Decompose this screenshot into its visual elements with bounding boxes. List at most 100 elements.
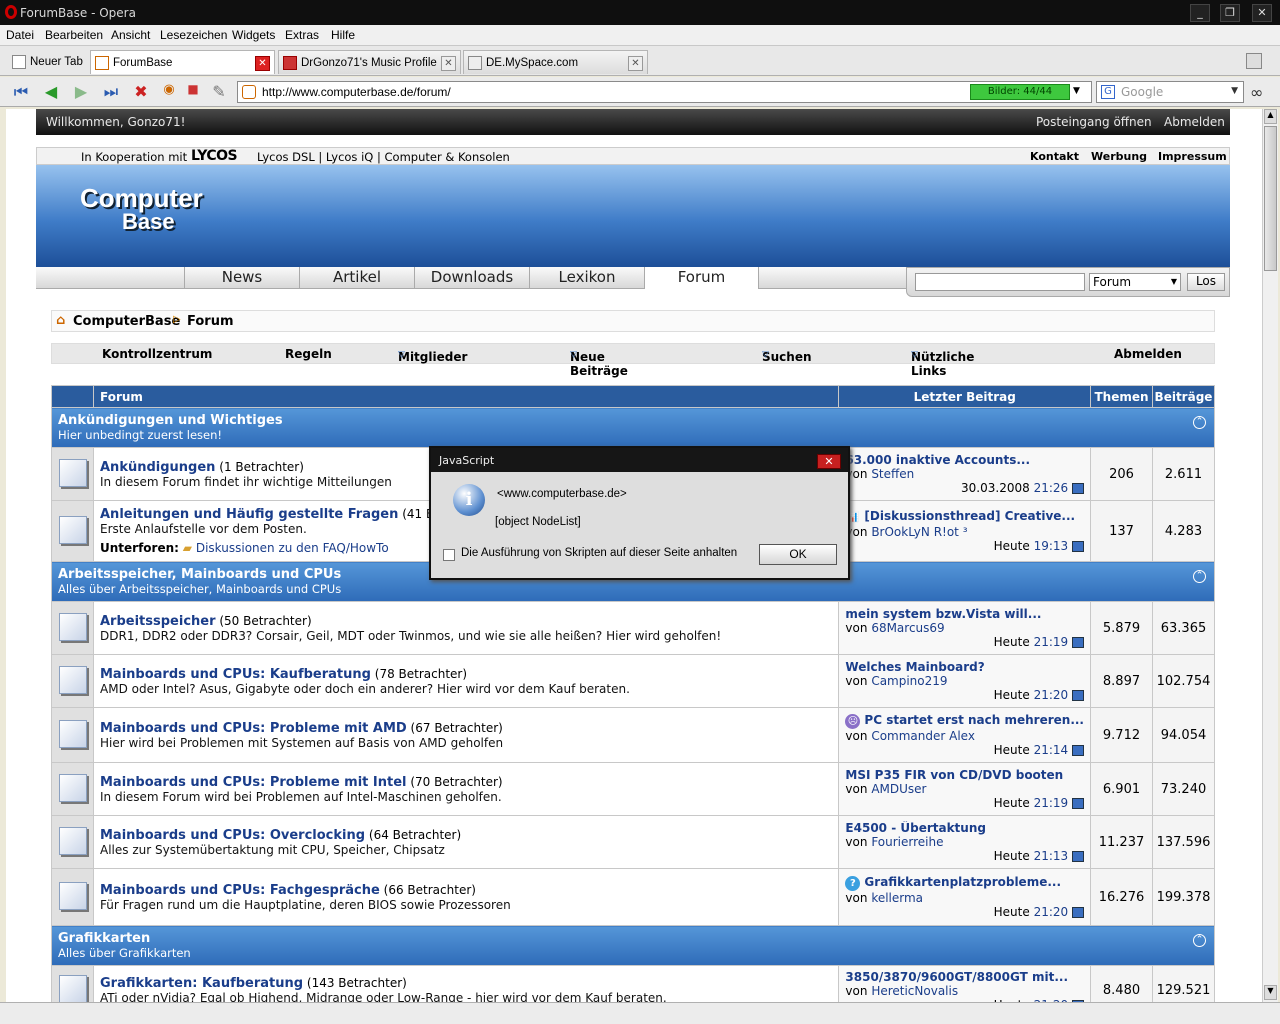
goto-last-post-icon[interactable] bbox=[1072, 541, 1084, 552]
computerbase-bookmark-icon[interactable]: ◉ bbox=[158, 82, 180, 102]
lycos-links[interactable]: Lycos DSL | Lycos iQ | Computer & Konsol… bbox=[257, 150, 510, 164]
stop-icon[interactable]: ✖ bbox=[130, 82, 152, 102]
forum-name-link[interactable]: Mainboards und CPUs: Probleme mit AMD bbox=[100, 721, 407, 736]
menu-ansicht[interactable]: Ansicht bbox=[111, 28, 150, 42]
last-post-user[interactable]: BrOokLyN R!ot ³ bbox=[871, 525, 967, 539]
last-post-user[interactable]: AMDUser bbox=[871, 782, 926, 796]
inbox-link[interactable]: Posteingang öffnen bbox=[1036, 115, 1152, 129]
forum-name-link[interactable]: Arbeitsspeicher bbox=[100, 614, 216, 629]
forum-name-link[interactable]: Anleitungen und Häufig gestellte Fragen bbox=[100, 507, 398, 522]
tab-forumbase[interactable]: ForumBase ✕ bbox=[90, 50, 275, 74]
close-tab-icon[interactable]: ✕ bbox=[255, 56, 270, 71]
menu-extras[interactable]: Extras bbox=[285, 28, 319, 42]
contact-link[interactable]: Kontakt bbox=[1030, 150, 1079, 163]
myspace-bookmark-icon[interactable]: ■ bbox=[182, 82, 204, 102]
category-title[interactable]: Ankündigungen und Wichtiges bbox=[58, 413, 1214, 428]
logout-link-top[interactable]: Abmelden bbox=[1164, 115, 1225, 129]
close-window-button[interactable]: ✕ bbox=[1252, 4, 1272, 22]
site-search-input[interactable] bbox=[915, 273, 1085, 291]
back-icon[interactable]: ◀ bbox=[40, 82, 62, 102]
last-post-title[interactable]: mein system bzw.Vista will... bbox=[845, 607, 1041, 621]
last-post-user[interactable]: 68Marcus69 bbox=[871, 621, 944, 635]
stop-scripts-checkbox[interactable] bbox=[443, 549, 455, 561]
last-post-title[interactable]: E4500 - Übertaktung bbox=[845, 821, 986, 835]
vertical-scrollbar[interactable]: ▲ ▼ bbox=[1262, 109, 1278, 1002]
nav-lexikon[interactable]: Lexikon bbox=[529, 267, 644, 289]
last-post-title[interactable]: [Diskussionsthread] Creative... bbox=[864, 509, 1075, 523]
edit-icon[interactable]: ✎ bbox=[208, 82, 230, 102]
last-post-user[interactable]: Campino219 bbox=[871, 674, 947, 688]
minimize-button[interactable]: _ bbox=[1190, 4, 1210, 22]
close-tab-icon[interactable]: ✕ bbox=[628, 56, 643, 71]
home-icon[interactable]: ⌂ bbox=[56, 313, 65, 328]
goto-last-post-icon[interactable] bbox=[1072, 851, 1084, 862]
ok-button[interactable]: OK bbox=[759, 544, 837, 565]
forward-icon[interactable]: ▶ bbox=[70, 82, 92, 102]
goto-last-post-icon[interactable] bbox=[1072, 907, 1084, 918]
new-tab-button[interactable]: Neuer Tab bbox=[8, 50, 88, 74]
imprint-link[interactable]: Impressum bbox=[1158, 150, 1227, 163]
rewind-icon[interactable]: ⏮ bbox=[10, 82, 32, 102]
last-post-title[interactable]: MSI P35 FIR von CD/DVD booten bbox=[845, 768, 1063, 782]
last-post-title[interactable]: 3850/3870/9600GT/8800GT mit... bbox=[845, 970, 1068, 984]
goto-last-post-icon[interactable] bbox=[1072, 798, 1084, 809]
collapse-icon[interactable]: ⌃ bbox=[1193, 934, 1206, 947]
trash-icon[interactable] bbox=[1246, 53, 1262, 69]
tab-myspace-profile[interactable]: DrGonzo71's Music Profile ... ✕ bbox=[278, 50, 461, 74]
tab-myspace-de[interactable]: DE.MySpace.com ✕ bbox=[463, 50, 648, 74]
last-post-title[interactable]: Welches Mainboard? bbox=[845, 660, 984, 674]
google-search-field[interactable]: G Google ▼ bbox=[1096, 81, 1244, 103]
maximize-button[interactable]: ❐ bbox=[1220, 4, 1240, 22]
forum-name-link[interactable]: Grafikkarten: Kaufberatung bbox=[100, 976, 303, 991]
computerbase-logo[interactable]: Computer Base bbox=[50, 171, 203, 233]
dialog-close-button[interactable]: ✕ bbox=[817, 454, 841, 469]
breadcrumb-home[interactable]: ComputerBase bbox=[73, 314, 180, 329]
menu-hilfe[interactable]: Hilfe bbox=[331, 28, 355, 42]
scroll-up-icon[interactable]: ▲ bbox=[1264, 109, 1277, 124]
site-search-scope-select[interactable]: Forum ▼ bbox=[1089, 273, 1181, 291]
forum-name-link[interactable]: Ankündigungen bbox=[100, 460, 215, 475]
nav-forum[interactable]: Forum bbox=[644, 267, 759, 289]
last-post-title[interactable]: Grafikkartenplatzprobleme... bbox=[864, 875, 1061, 889]
nav-downloads[interactable]: Downloads bbox=[414, 267, 529, 289]
menu-lesezeichen[interactable]: Lesezeichen bbox=[160, 28, 227, 42]
nav-artikel[interactable]: Artikel bbox=[299, 267, 414, 289]
menu-bearbeiten[interactable]: Bearbeiten bbox=[45, 28, 103, 42]
goto-last-post-icon[interactable] bbox=[1072, 637, 1084, 648]
address-dropdown-icon[interactable]: ▼ bbox=[1073, 86, 1080, 96]
subnav-kontrollzentrum[interactable]: Kontrollzentrum bbox=[102, 347, 212, 361]
close-tab-icon[interactable]: ✕ bbox=[441, 56, 456, 71]
forum-name-link[interactable]: Mainboards und CPUs: Overclocking bbox=[100, 828, 365, 843]
scroll-down-icon[interactable]: ▼ bbox=[1264, 985, 1277, 1000]
last-post-user[interactable]: Steffen bbox=[871, 467, 914, 481]
scroll-thumb[interactable] bbox=[1264, 126, 1277, 271]
collapse-icon[interactable]: ⌃ bbox=[1193, 570, 1206, 583]
zoom-glasses-icon[interactable]: ∞ bbox=[1250, 83, 1263, 102]
goto-last-post-icon[interactable] bbox=[1072, 745, 1084, 756]
forum-name-link[interactable]: Mainboards und CPUs: Probleme mit Intel bbox=[100, 775, 407, 790]
forum-name-link[interactable]: Mainboards und CPUs: Fachgespräche bbox=[100, 883, 380, 898]
search-dropdown-icon[interactable]: ▼ bbox=[1231, 86, 1238, 96]
address-field[interactable]: http://www.computerbase.de/forum/ bbox=[237, 81, 1092, 103]
subforum-link[interactable]: Diskussionen zu den FAQ/HowTo bbox=[196, 541, 389, 555]
fast-forward-icon[interactable]: ⏭ bbox=[100, 82, 122, 102]
category-title[interactable]: Grafikkarten bbox=[58, 931, 1214, 946]
nav-news[interactable]: News bbox=[184, 267, 299, 289]
last-post-user[interactable]: kellerma bbox=[871, 891, 923, 905]
menu-datei[interactable]: Datei bbox=[6, 28, 34, 42]
goto-last-post-icon[interactable] bbox=[1072, 690, 1084, 701]
subnav-regeln[interactable]: Regeln bbox=[285, 347, 332, 361]
goto-last-post-icon[interactable] bbox=[1072, 483, 1084, 494]
last-post-user[interactable]: Commander Alex bbox=[871, 729, 975, 743]
images-badge[interactable]: Bilder: 44/44 bbox=[970, 84, 1070, 100]
forum-name-link[interactable]: Mainboards und CPUs: Kaufberatung bbox=[100, 667, 371, 682]
site-search-button[interactable]: Los bbox=[1187, 273, 1225, 291]
subnav-abmelden[interactable]: Abmelden bbox=[1114, 347, 1182, 361]
last-post-user[interactable]: Fourierreihe bbox=[871, 835, 943, 849]
menu-widgets[interactable]: Widgets bbox=[232, 28, 275, 42]
advertising-link[interactable]: Werbung bbox=[1091, 150, 1147, 163]
last-post-title[interactable]: 63.000 inaktive Accounts... bbox=[845, 453, 1030, 467]
collapse-icon[interactable]: ⌃ bbox=[1193, 416, 1206, 429]
last-post-user[interactable]: HereticNovalis bbox=[871, 984, 958, 998]
last-post-title[interactable]: PC startet erst nach mehreren... bbox=[864, 713, 1084, 727]
